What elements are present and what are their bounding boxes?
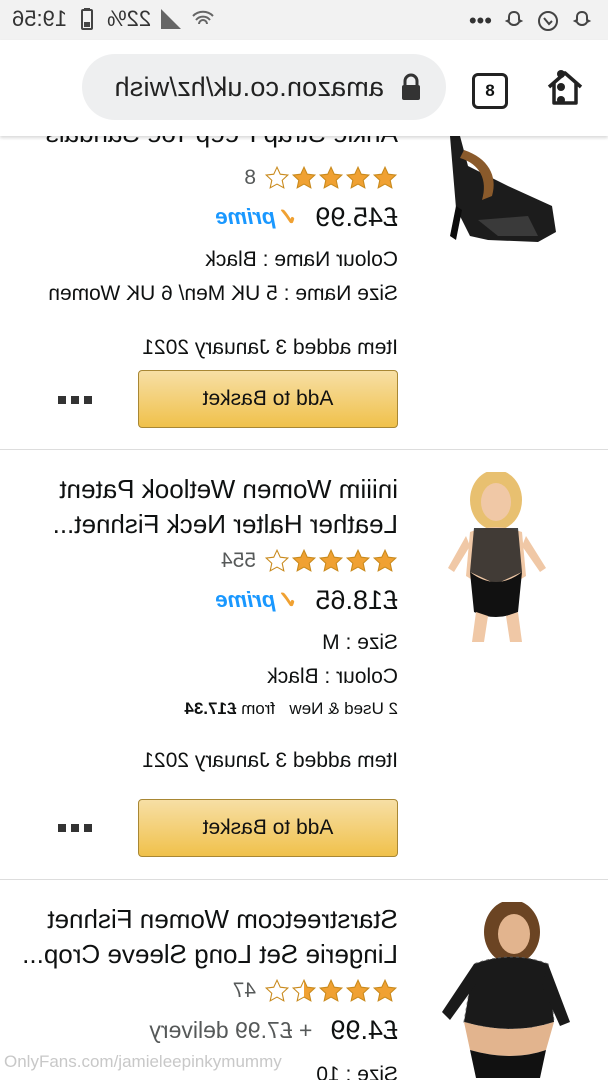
lock-icon: [398, 72, 424, 102]
add-to-basket-button[interactable]: Add to Basket: [138, 799, 398, 857]
star-rating: [264, 978, 398, 1004]
star-empty-icon: [264, 165, 290, 191]
browser-menu-button[interactable]: [554, 70, 568, 106]
delivery-cost: + £7.99 delivery: [149, 1016, 313, 1043]
rating-count: 8: [244, 166, 256, 189]
price: £18.65: [315, 584, 398, 615]
snapchat-icon: [502, 9, 526, 33]
star-full-icon: [372, 548, 398, 574]
product-image-fishnet-set[interactable]: [434, 900, 574, 1080]
colour-attr: Colour Name : Black: [205, 248, 398, 271]
item-divider: [0, 879, 608, 880]
star-rating: [264, 165, 398, 191]
star-full-icon: [345, 165, 371, 191]
price: £45.99: [315, 201, 398, 232]
product-image-bodysuit[interactable]: [442, 470, 552, 642]
product-title-line2[interactable]: Lingerie Set Long Sleeve Crop...: [18, 937, 398, 972]
product-title-line2[interactable]: Leather Halter Neck Fishnet...: [18, 507, 398, 542]
tab-switcher-button[interactable]: 8: [472, 73, 508, 109]
address-bar[interactable]: amazon.co.uk/hz/wish: [82, 54, 446, 120]
product-title[interactable]: iniiim Women Wetlook Patent: [18, 472, 398, 507]
star-empty-icon: [264, 978, 290, 1004]
more-options-button[interactable]: [52, 392, 92, 408]
product-title[interactable]: Starstreetcom Women Fishnet: [18, 902, 398, 937]
add-to-basket-button[interactable]: Add to Basket: [138, 370, 398, 428]
star-half-icon: [291, 978, 317, 1004]
rating-count: 554: [220, 549, 256, 572]
product-details: iniiim Women Wetlook Patent Leather Halt…: [18, 472, 398, 778]
snapchat-icon: [570, 9, 594, 33]
mirrored-screen: ••• 22% 19:56 amazon.co.uk/hz/wish 8 8 £…: [0, 0, 608, 1080]
status-right: 22% 19:56: [12, 6, 215, 32]
product-details: Ankle Strap Peep Toe Sandals 8 £45.99 ✓p…: [18, 116, 398, 365]
rating-row[interactable]: 47: [18, 974, 398, 1008]
watermark: OnlyFans.com/jamieleepinkymummy: [4, 1052, 282, 1071]
used-new-offers[interactable]: 2 Used & New from £17.34: [18, 694, 398, 724]
rating-row[interactable]: 554: [18, 544, 398, 578]
star-full-icon: [318, 548, 344, 574]
browser-toolbar: amazon.co.uk/hz/wish 8: [0, 40, 608, 136]
price-row: £4.99 + £7.99 delivery: [18, 1008, 398, 1052]
item-added-date: Item added 3 January 2021: [142, 336, 398, 359]
wishlist: Ankle Strap Peep Toe Sandals 8 £45.99 ✓p…: [0, 118, 608, 1080]
star-full-icon: [291, 548, 317, 574]
battery-icon: [75, 7, 99, 31]
star-full-icon: [372, 165, 398, 191]
star-full-icon: [372, 978, 398, 1004]
product-image-sandals[interactable]: [438, 136, 568, 244]
colour-attr: Colour : Black: [267, 665, 398, 688]
prime-check-icon: ✓: [277, 203, 298, 231]
star-full-icon: [345, 978, 371, 1004]
rating-count: 47: [232, 979, 256, 1002]
battery-percent: 22%: [107, 6, 152, 31]
overflow-dots: •••: [468, 8, 492, 33]
item-divider: [0, 449, 608, 450]
price-row: £18.65 ✓ prime: [18, 578, 398, 622]
clock: 19:56: [12, 6, 68, 31]
check-circle-icon: [536, 9, 560, 33]
price-row: £45.99 ✓ prime: [18, 195, 398, 239]
url-text: amazon.co.uk/hz/wish: [114, 71, 384, 102]
prime-badge: ✓ prime: [215, 586, 298, 614]
size-attr: Size Name : 5 UK Men/ 6 UK Women: [48, 282, 398, 305]
star-empty-icon: [264, 548, 290, 574]
more-options-button[interactable]: [52, 820, 92, 836]
status-bar: ••• 22% 19:56: [0, 0, 608, 40]
star-full-icon: [318, 978, 344, 1004]
star-full-icon: [291, 165, 317, 191]
status-left: •••: [469, 8, 594, 34]
star-rating: [264, 548, 398, 574]
star-full-icon: [318, 165, 344, 191]
star-full-icon: [345, 548, 371, 574]
signal-icon: [159, 7, 183, 31]
price: £4.99: [330, 1014, 398, 1045]
prime-badge: ✓ prime: [215, 203, 298, 231]
size-attr: Size : M: [322, 631, 398, 654]
prime-check-icon: ✓: [277, 586, 298, 614]
rating-row[interactable]: 8: [18, 161, 398, 195]
wifi-icon: [191, 7, 215, 31]
item-added-date: Item added 3 January 2021: [142, 749, 398, 772]
